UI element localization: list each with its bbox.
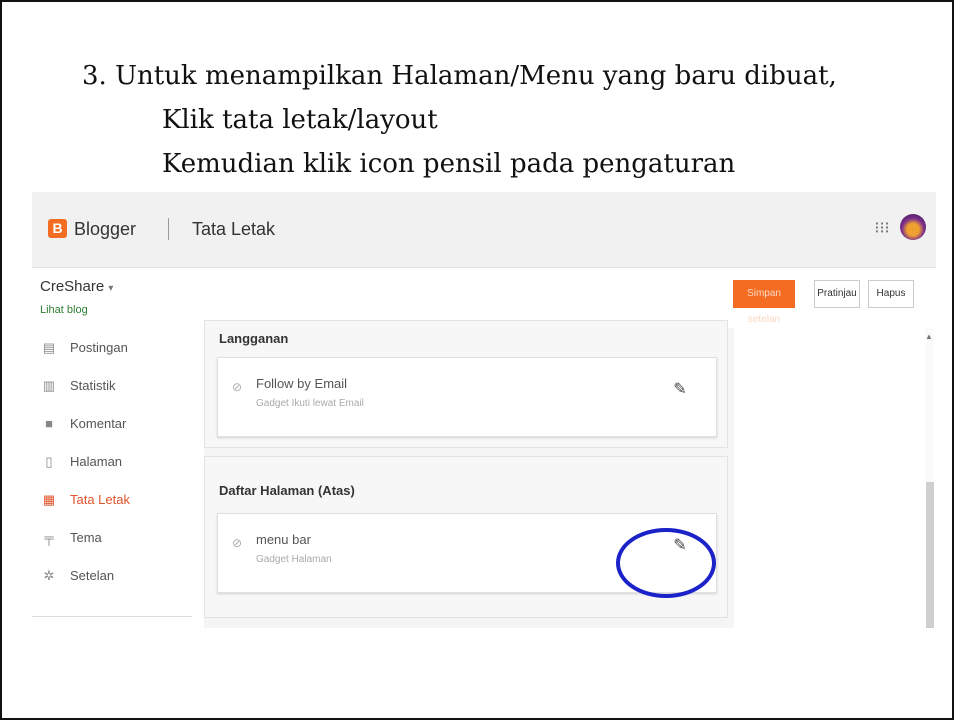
sidebar-item-label: Halaman: [70, 454, 123, 469]
stats-icon: ▥: [42, 378, 56, 393]
gadget-title: menu bar: [256, 532, 311, 547]
scroll-up-arrow-icon[interactable]: ▲: [925, 332, 933, 341]
sidebar-item-label: Tema: [70, 530, 102, 545]
gadget-title: Follow by Email: [256, 376, 348, 391]
pages-icon: ▯: [45, 454, 53, 469]
edit-pencil-icon[interactable]: ✎: [672, 536, 688, 556]
sidebar-item-label: Tata Letak: [70, 492, 130, 507]
sidebar-divider: [32, 616, 192, 617]
slide: 3. Untuk menampilkan Halaman/Menu yang b…: [0, 0, 954, 720]
instruction-line-1: 3. Untuk menampilkan Halaman/Menu yang b…: [82, 61, 837, 91]
gadget-card[interactable]: ⊘ menu bar Gadget Halaman ✎: [217, 513, 717, 593]
blog-selector[interactable]: CreShare ▾: [40, 278, 113, 295]
blog-selector-row: CreShare ▾ Lihat blog: [32, 268, 936, 328]
blogger-logo-icon[interactable]: B: [48, 219, 67, 238]
settings-icon: ✲: [43, 568, 55, 583]
blogger-screenshot: B Blogger Tata Letak ⁝⁝⁝ CreShare ▾ Liha…: [32, 192, 936, 628]
layout-section: Daftar Halaman (Atas) ⊘ menu bar Gadget …: [204, 456, 728, 618]
avatar[interactable]: [900, 214, 926, 240]
sidebar-item-postingan[interactable]: ▤ Postingan: [32, 336, 202, 362]
sidebar-item-label: Komentar: [70, 416, 127, 431]
gadget-subtitle: Gadget Ikuti lewat Email: [256, 398, 364, 409]
sidebar-item-komentar[interactable]: ■ Komentar: [32, 412, 202, 438]
sidebar-item-statistik[interactable]: ▥ Statistik: [32, 374, 202, 400]
dropdown-arrow-icon[interactable]: ▾: [108, 283, 113, 294]
layout-icon: ▦: [42, 492, 56, 507]
sidebar-item-halaman[interactable]: ▯ Halaman: [32, 450, 202, 476]
instruction-line-2: Klik tata letak/layout: [162, 105, 438, 135]
header-divider: [168, 218, 169, 240]
save-settings-button[interactable]: Simpan setelan: [733, 280, 795, 325]
instruction-text: 3. Untuk menampilkan Halaman/Menu yang b…: [82, 54, 837, 186]
app-brand[interactable]: Blogger: [74, 219, 136, 240]
gadget-subtitle: Gadget Halaman: [256, 554, 332, 565]
apps-grid-icon[interactable]: ⁝⁝⁝: [872, 219, 892, 239]
preview-button[interactable]: Pratinjau: [814, 280, 860, 308]
instruction-line-3: Kemudian klik icon pensil pada pengatura…: [162, 149, 736, 179]
visibility-off-icon[interactable]: ⊘: [230, 536, 244, 550]
blog-name[interactable]: CreShare: [40, 278, 104, 295]
sidebar-item-tema[interactable]: ╤ Tema: [32, 526, 202, 552]
sidebar-item-setelan[interactable]: ✲ Setelan: [32, 564, 202, 590]
visibility-off-icon[interactable]: ⊘: [230, 380, 244, 394]
sidebar-item-label: Postingan: [70, 340, 128, 355]
scrollbar-thumb[interactable]: [926, 482, 934, 628]
sidebar-item-label: Setelan: [70, 568, 115, 583]
sidebar-item-tata-letak[interactable]: ▦ Tata Letak: [32, 488, 202, 514]
edit-pencil-icon[interactable]: ✎: [672, 380, 688, 400]
page-title: Tata Letak: [192, 219, 276, 239]
sidebar-nav: ▤ Postingan ▥ Statistik ■ Komentar ▯ Hal…: [32, 332, 202, 628]
delete-button[interactable]: Hapus: [868, 280, 914, 308]
app-header: B Blogger Tata Letak ⁝⁝⁝: [32, 192, 936, 268]
section-title: Daftar Halaman (Atas): [219, 483, 355, 498]
layout-editor: Langganan ⊘ Follow by Email Gadget Ikuti…: [204, 320, 734, 628]
layout-section: Langganan ⊘ Follow by Email Gadget Ikuti…: [204, 320, 728, 448]
posts-icon: ▤: [42, 340, 56, 355]
section-title: Langganan: [219, 331, 289, 346]
sidebar-item-label: Statistik: [70, 378, 116, 393]
theme-icon: ╤: [44, 530, 54, 545]
comments-icon: ■: [45, 416, 53, 431]
gadget-card[interactable]: ⊘ Follow by Email Gadget Ikuti lewat Ema…: [217, 357, 717, 437]
view-blog-link[interactable]: Lihat blog: [40, 304, 88, 316]
